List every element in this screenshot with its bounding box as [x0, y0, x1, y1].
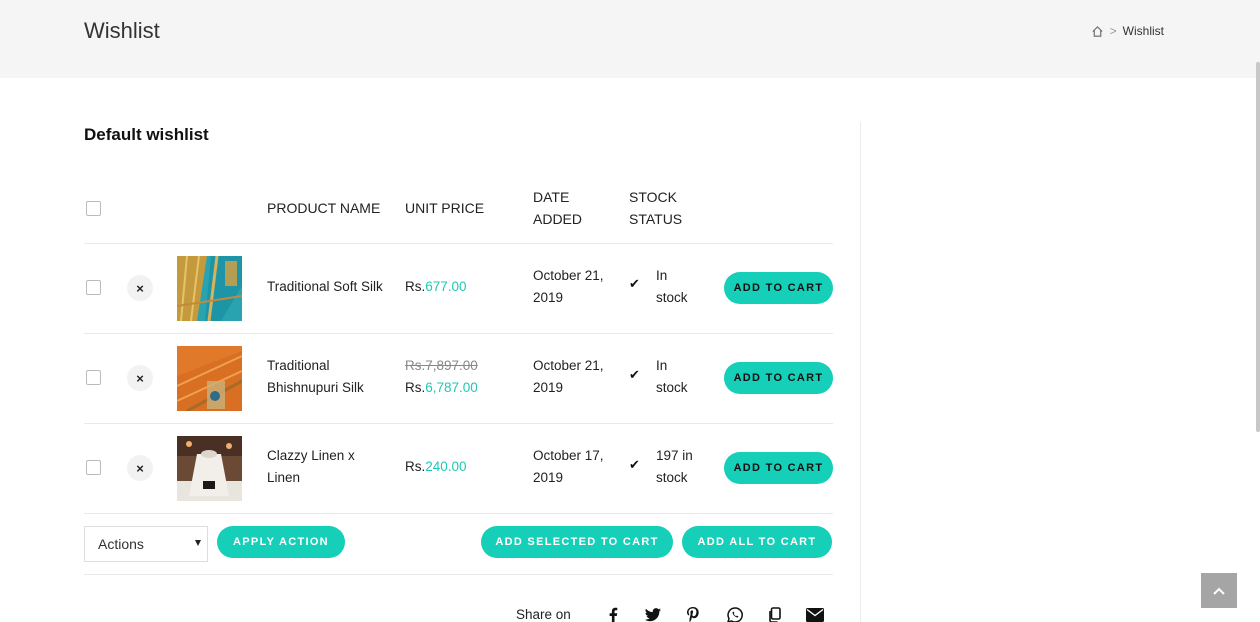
stock-status: In stock [656, 355, 688, 399]
product-name[interactable]: Traditional Soft Silk [267, 276, 383, 298]
product-name-line2[interactable]: Bhishnupuri Silk [267, 377, 364, 399]
product-name-line1[interactable]: Traditional [267, 355, 364, 377]
product-name-line2[interactable]: Linen [267, 467, 355, 489]
sidebar-divider [860, 122, 861, 622]
column-date-added: DATE ADDED [533, 186, 582, 230]
table-divider [84, 574, 833, 575]
date-added: October 21, 2019 [533, 355, 604, 399]
facebook-icon[interactable] [604, 606, 622, 622]
stock-line1: In [656, 268, 668, 283]
copy-icon[interactable] [766, 606, 784, 622]
price-amount: 677.00 [425, 279, 467, 294]
column-stock-status-line2: STATUS [629, 211, 683, 227]
table-divider [84, 243, 833, 244]
check-icon: ✔ [629, 276, 640, 291]
stock-line1: 197 in [656, 448, 693, 463]
product-name-line1[interactable]: Clazzy Linen x [267, 445, 355, 467]
date-line1: October 21, [533, 268, 604, 283]
wishlist-title: Default wishlist [84, 125, 209, 144]
price-currency: Rs. [405, 380, 426, 395]
apply-action-button[interactable]: APPLY ACTION [217, 526, 345, 558]
actions-select[interactable]: Actions [84, 526, 208, 562]
share-label: Share on [516, 607, 571, 622]
date-added: October 21, 2019 [533, 265, 604, 309]
date-line2: 2019 [533, 380, 564, 395]
table-divider [84, 513, 833, 514]
stock-line2: stock [656, 380, 688, 395]
unit-price: Rs.240.00 [405, 456, 467, 478]
column-date-added-line2: ADDED [533, 211, 583, 227]
scrollbar[interactable] [1256, 62, 1260, 432]
add-all-to-cart-button[interactable]: ADD ALL TO CART [682, 526, 832, 558]
column-product-name: PRODUCT NAME [267, 200, 381, 216]
price-currency: Rs. [405, 459, 426, 474]
product-name[interactable]: Traditional Bhishnupuri Silk [267, 355, 364, 399]
add-to-cart-button[interactable]: ADD TO CART [724, 362, 833, 394]
date-line2: 2019 [533, 290, 564, 305]
home-icon[interactable] [1091, 25, 1104, 38]
product-thumbnail[interactable] [177, 436, 242, 501]
row-checkbox[interactable] [86, 280, 101, 295]
check-icon: ✔ [629, 457, 640, 472]
back-to-top-button[interactable] [1201, 573, 1237, 608]
product-name-line1[interactable]: Traditional Soft Silk [267, 276, 383, 298]
price-currency: Rs. [405, 279, 426, 294]
breadcrumb-current: Wishlist [1122, 24, 1164, 38]
chevron-up-icon [1213, 582, 1225, 600]
date-added: October 17, 2019 [533, 445, 604, 489]
unit-price: Rs.7,897.00 Rs.6,787.00 [405, 355, 478, 399]
pinterest-icon[interactable] [684, 606, 702, 622]
remove-item-button[interactable]: × [127, 365, 153, 391]
page-header: Wishlist > Wishlist [0, 0, 1260, 78]
whatsapp-icon[interactable] [726, 606, 744, 622]
page-title: Wishlist [84, 18, 160, 43]
price-original: Rs.7,897.00 [405, 358, 478, 373]
product-thumbnail[interactable] [177, 256, 242, 321]
stock-line2: stock [656, 470, 688, 485]
twitter-icon[interactable] [644, 606, 662, 622]
price-amount: 6,787.00 [425, 380, 478, 395]
check-icon: ✔ [629, 367, 640, 382]
column-unit-price: UNIT PRICE [405, 200, 485, 216]
actions-select-value: Actions [98, 536, 144, 552]
table-divider [84, 423, 833, 424]
add-to-cart-button[interactable]: ADD TO CART [724, 452, 833, 484]
unit-price: Rs.677.00 [405, 276, 467, 298]
product-name[interactable]: Clazzy Linen x Linen [267, 445, 355, 489]
price-amount: 240.00 [425, 459, 467, 474]
column-stock-status: STOCK STATUS [629, 186, 682, 230]
add-to-cart-button[interactable]: ADD TO CART [724, 272, 833, 304]
chevron-down-icon [195, 540, 201, 546]
breadcrumb: > Wishlist [1091, 24, 1164, 38]
email-icon[interactable] [806, 606, 824, 622]
remove-item-button[interactable]: × [127, 275, 153, 301]
stock-line2: stock [656, 290, 688, 305]
row-checkbox[interactable] [86, 370, 101, 385]
column-stock-status-line1: STOCK [629, 189, 677, 205]
date-line2: 2019 [533, 470, 564, 485]
stock-status: In stock [656, 265, 688, 309]
select-all-checkbox[interactable] [86, 201, 101, 216]
product-thumbnail[interactable] [177, 346, 242, 411]
column-date-added-line1: DATE [533, 189, 570, 205]
add-selected-to-cart-button[interactable]: ADD SELECTED TO CART [481, 526, 673, 558]
date-line1: October 17, [533, 448, 604, 463]
row-checkbox[interactable] [86, 460, 101, 475]
breadcrumb-separator: > [1109, 24, 1117, 38]
remove-item-button[interactable]: × [127, 455, 153, 481]
table-divider [84, 333, 833, 334]
stock-line1: In [656, 358, 668, 373]
stock-status: 197 in stock [656, 445, 693, 489]
date-line1: October 21, [533, 358, 604, 373]
